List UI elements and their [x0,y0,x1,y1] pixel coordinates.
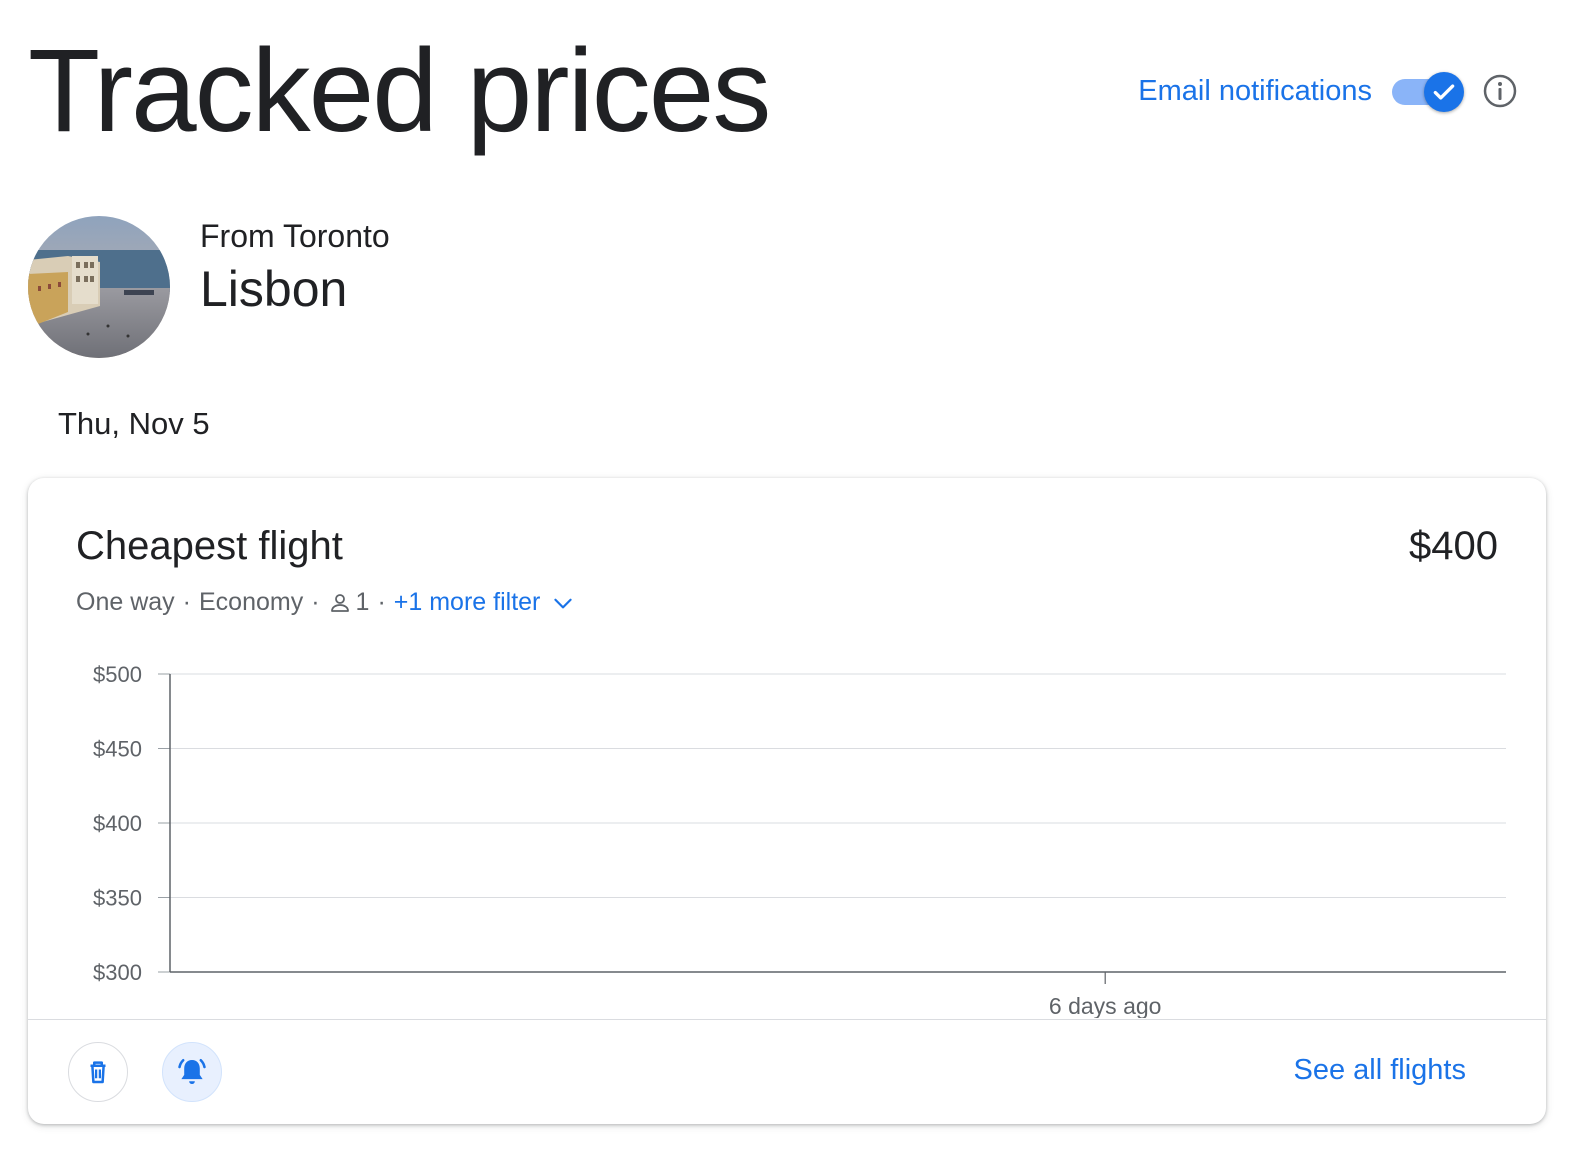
more-filter-button[interactable]: +1 more filter [394,588,577,617]
chevron-down-icon [554,598,573,608]
more-filter-label: +1 more filter [393,588,541,616]
email-notifications-control: Email notifications [1138,66,1518,116]
check-icon [1433,84,1455,100]
price-alert-button[interactable] [162,1042,222,1102]
page: Tracked prices Email notifications From … [0,0,1590,1174]
y-tick-label: $450 [93,737,142,762]
y-tick-label: $400 [93,811,142,836]
see-all-flights-link[interactable]: See all flights [1294,1054,1467,1087]
y-tick-label: $500 [93,662,142,687]
email-notifications-label[interactable]: Email notifications [1138,75,1372,108]
separator-dot: · [377,588,386,616]
trip-type: One way [76,588,175,616]
x-tick-label: 6 days ago [1049,993,1162,1018]
card-title: Cheapest flight [76,524,343,568]
trip-date: Thu, Nov 5 [58,406,210,441]
trash-icon [90,1061,106,1084]
person-icon [330,593,349,612]
separator-dot: · [182,588,191,616]
price-history-chart: $500 $450 $400 $350 $300 6 days ago [93,662,1506,1018]
toggle-thumb [1424,72,1464,112]
cabin-class: Economy [199,588,304,616]
tracked-flight-card: Cheapest flight $400 One way · Economy ·… [28,478,1546,1124]
delete-button[interactable] [68,1042,128,1102]
y-tick-label: $300 [93,960,142,985]
card-divider [28,1019,1546,1020]
cheapest-price: $400 [1409,524,1498,568]
destination-city: Lisbon [200,261,348,317]
notification-bell-icon [178,1058,206,1085]
info-icon[interactable] [1482,73,1518,109]
origin-label: From Toronto [200,218,390,254]
lisbon-image [28,216,170,358]
email-notifications-toggle[interactable] [1392,66,1464,116]
destination-photo [28,216,170,358]
page-title: Tracked prices [28,25,771,157]
filter-summary: One way · Economy · 1 · +1 more filter [76,588,576,617]
y-tick-label: $350 [93,886,142,911]
separator-dot: · [311,588,320,616]
destination-header: From Toronto Lisbon [28,216,628,366]
passenger-count: 1 [355,588,370,616]
